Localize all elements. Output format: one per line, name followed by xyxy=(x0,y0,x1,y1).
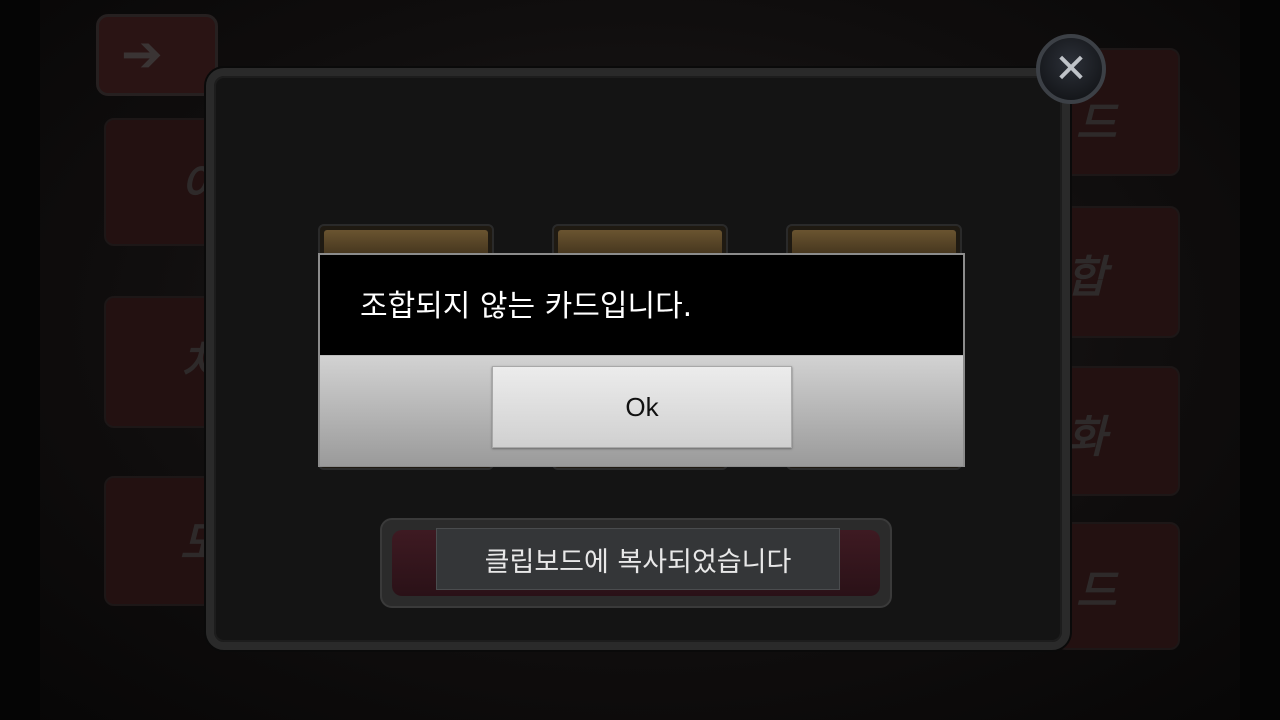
alert-dialog: 조합되지 않는 카드입니다. Ok xyxy=(318,253,965,467)
right-menu-button-3[interactable]: 화 xyxy=(1056,366,1180,496)
right-menu-glyph-2: 합 xyxy=(1066,252,1107,303)
back-button[interactable]: ➔ xyxy=(96,14,218,96)
close-button[interactable]: ✕ xyxy=(1036,34,1106,104)
right-menu-glyph-3: 화 xyxy=(1066,412,1107,463)
back-arrow-icon: ➔ xyxy=(121,25,163,83)
left-bar xyxy=(0,0,40,720)
ok-button[interactable]: Ok xyxy=(492,366,792,448)
right-menu-glyph-4: 드 xyxy=(1076,566,1117,617)
dialog-message-area: 조합되지 않는 카드입니다. xyxy=(320,255,963,355)
clipboard-toast: 클립보드에 복사되었습니다 xyxy=(436,528,840,590)
right-bar xyxy=(1240,0,1280,720)
right-menu-glyph-1: 드 xyxy=(1076,98,1117,149)
close-icon: ✕ xyxy=(1054,46,1088,92)
dialog-message: 조합되지 않는 카드입니다. xyxy=(360,289,693,324)
right-menu-button-4[interactable]: 드 xyxy=(1056,522,1180,650)
dialog-button-area: Ok xyxy=(320,355,963,466)
right-menu-button-2[interactable]: 합 xyxy=(1056,206,1180,338)
